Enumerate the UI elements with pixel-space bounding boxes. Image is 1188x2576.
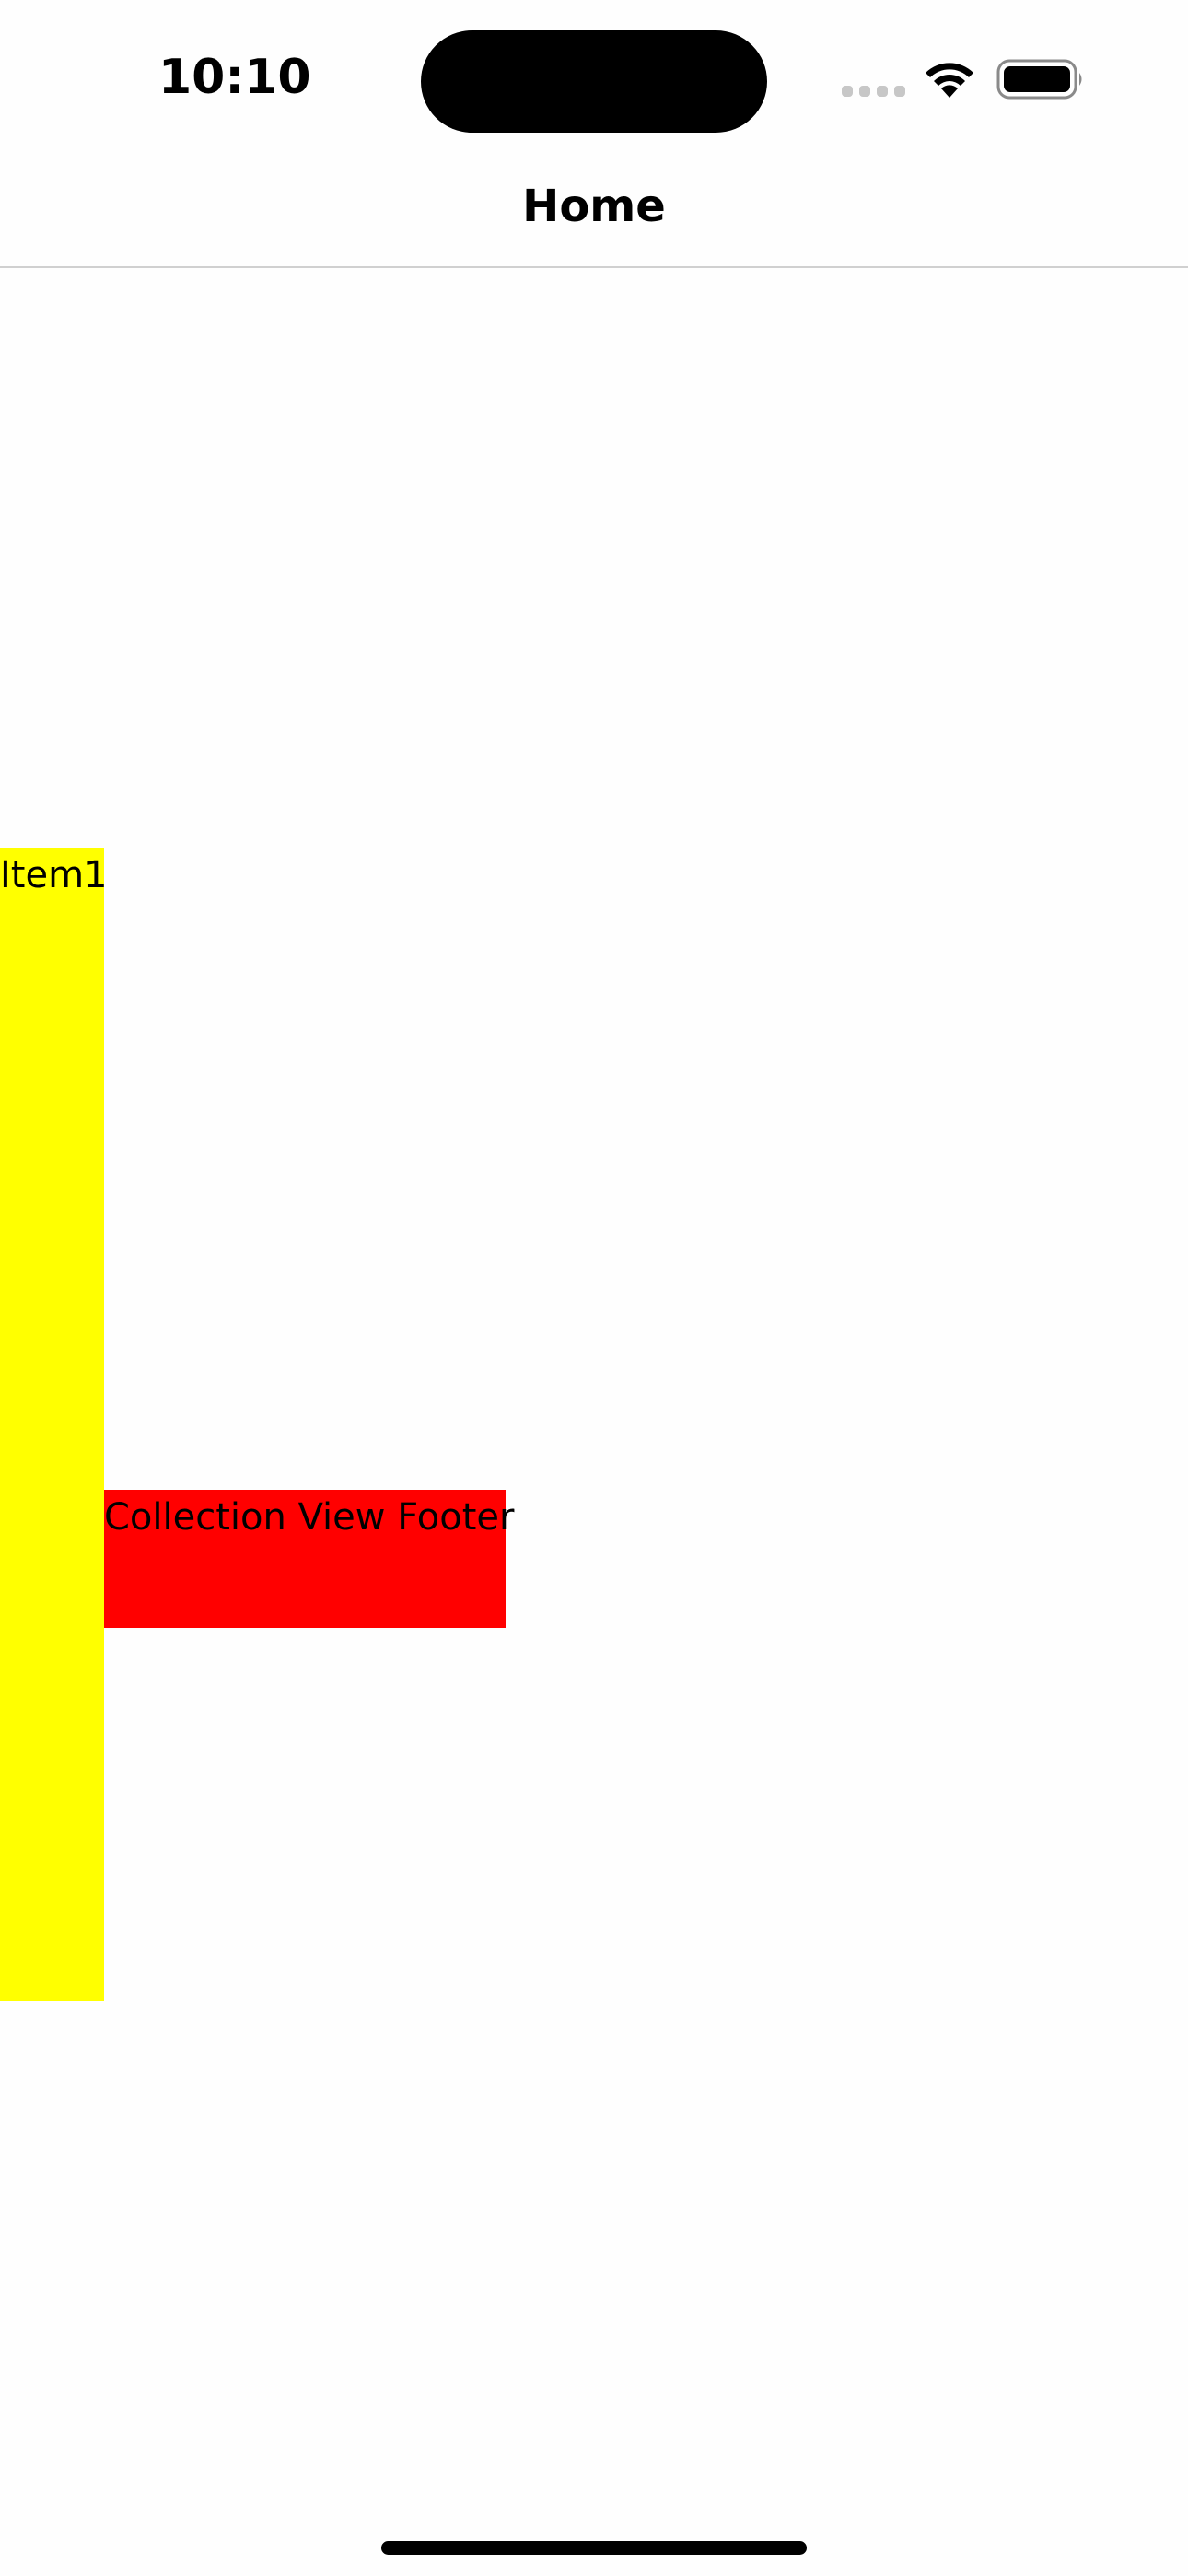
collection-item-cell[interactable]: Item1 (0, 848, 108, 2001)
dynamic-island (421, 30, 767, 133)
status-bar: 10:10 (0, 0, 1188, 157)
collection-footer-label: Collection View Footer (104, 1496, 515, 1539)
collection-footer: Collection View Footer (104, 1490, 514, 1628)
status-time: 10:10 (158, 50, 311, 105)
signal-icon (842, 86, 906, 97)
wifi-icon (926, 63, 973, 98)
navigation-bar: Home (0, 157, 1188, 268)
home-indicator[interactable] (381, 2541, 807, 2555)
battery-icon (996, 59, 1082, 100)
collection-view[interactable]: Item1 Collection View Footer (0, 268, 1188, 2576)
collection-item-label: Item1 (0, 854, 108, 896)
page-title: Home (522, 181, 666, 232)
